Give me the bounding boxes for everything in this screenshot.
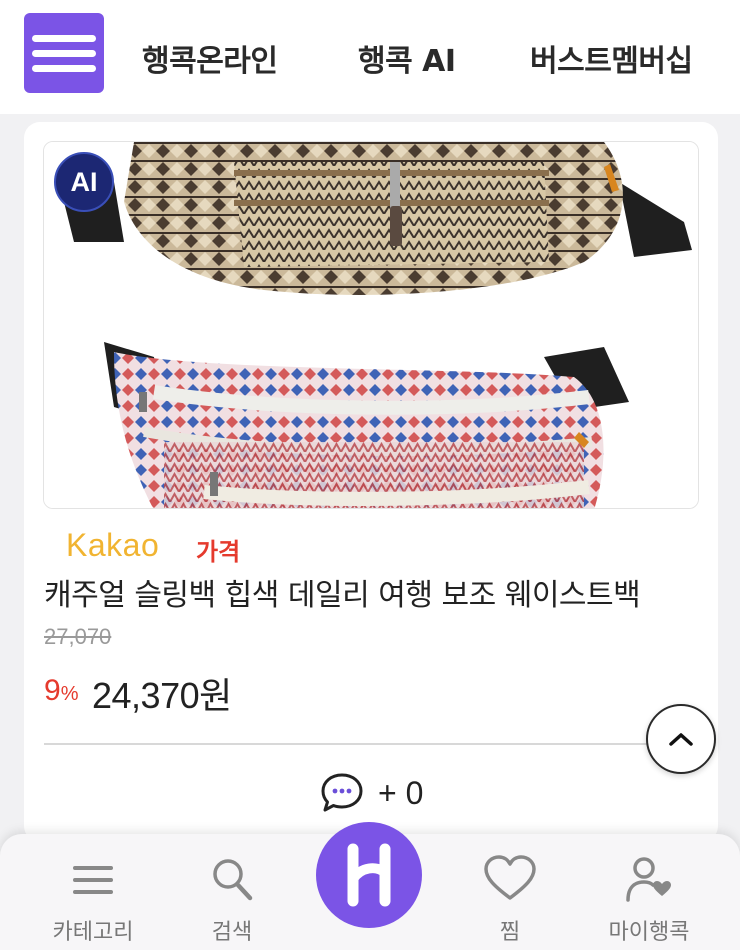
sale-price: 24,370원: [92, 675, 232, 716]
user-heart-icon: [626, 857, 671, 902]
menu-icon-bar: [32, 50, 96, 57]
divider: [44, 743, 698, 745]
home-button[interactable]: [316, 822, 422, 928]
product-card[interactable]: AI Kakao 가격 캐주얼 슬링백 힙색 데일리 여행 보조 웨이스트백 2…: [24, 122, 718, 842]
tab-ai[interactable]: 행콕 AI: [358, 36, 456, 80]
ai-badge-icon: AI: [54, 152, 114, 212]
top-navigation: 행콕온라인 행콕 AI 버스트멤버십: [0, 0, 740, 114]
tab-my[interactable]: 마이행콕: [589, 854, 709, 946]
comment-icon: [321, 773, 363, 812]
tab-search[interactable]: 검색: [172, 854, 292, 946]
menu-button[interactable]: [24, 13, 104, 93]
discount-number: 9: [44, 674, 61, 707]
tab-wishlist[interactable]: 찜: [450, 854, 570, 946]
home-logo-icon: [347, 843, 391, 907]
list-icon: [73, 866, 113, 894]
product-image[interactable]: AI: [43, 141, 699, 509]
tab-wishlist-label: 찜: [499, 920, 521, 945]
menu-icon-bar: [32, 65, 96, 72]
tab-category[interactable]: 카테고리: [33, 854, 153, 946]
tab-category-label: 카테고리: [52, 920, 134, 945]
original-price: 27,070: [44, 624, 112, 649]
discount-unit: %: [60, 683, 79, 705]
tab-online[interactable]: 행콕온라인: [142, 36, 278, 80]
comment-button[interactable]: + 0: [320, 772, 423, 814]
product-photo: [44, 142, 698, 508]
tab-membership[interactable]: 버스트멤버십: [530, 36, 693, 80]
tab-my-label: 마이행콕: [608, 920, 690, 945]
menu-icon: [32, 35, 96, 42]
discount-rate: 9%: [44, 674, 78, 708]
scroll-top-button[interactable]: [646, 704, 716, 774]
brand-label: Kakao: [66, 527, 160, 563]
comment-count: + 0: [378, 774, 424, 811]
price-tag-label: 가격: [196, 538, 241, 566]
tab-search-label: 검색: [211, 920, 253, 945]
chevron-up-icon: [669, 733, 693, 746]
search-icon: [213, 859, 253, 901]
heart-icon: [484, 855, 536, 900]
product-title[interactable]: 캐주얼 슬링백 힙색 데일리 여행 보조 웨이스트백: [44, 570, 694, 614]
